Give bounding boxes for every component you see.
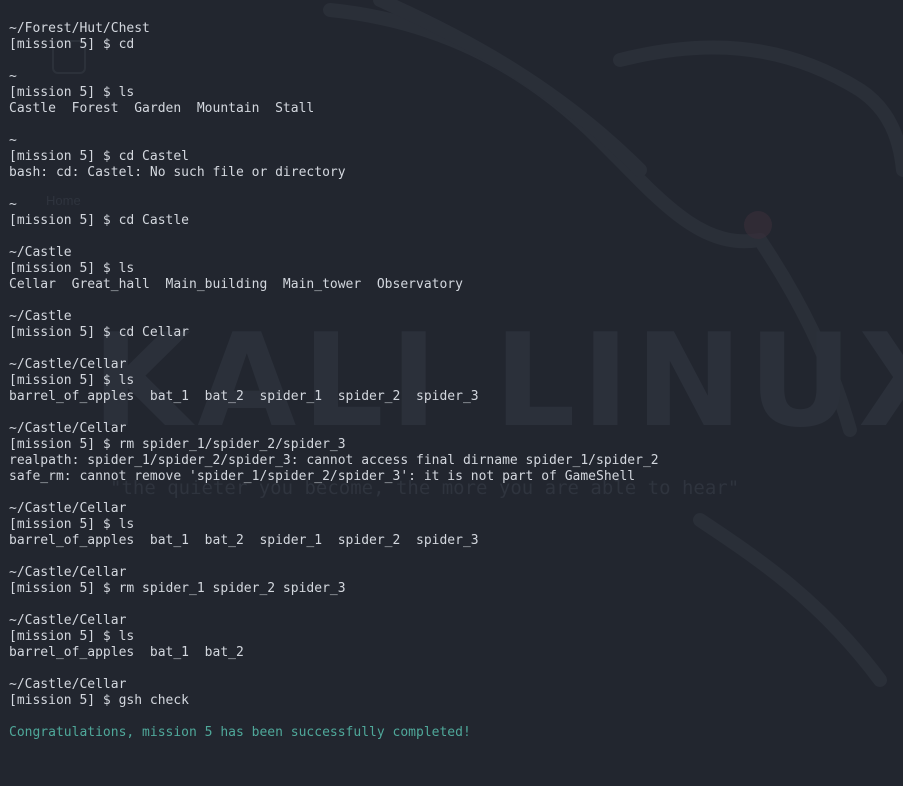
terminal-command-line: [mission 5] $ rm spider_1/spider_2/spide…: [9, 437, 346, 452]
terminal-command-line: [mission 5] $ cd: [9, 37, 135, 52]
terminal-command-line: [mission 5] $ gsh check: [9, 693, 190, 708]
terminal-output-line: Castle Forest Garden Mountain Stall: [9, 101, 315, 116]
terminal-path-line: ~: [9, 197, 17, 212]
terminal-path-line: ~: [9, 133, 17, 148]
terminal-output-line: barrel_of_apples bat_1 bat_2 spider_1 sp…: [9, 389, 479, 404]
terminal-command-line: [mission 5] $ cd Castel: [9, 149, 190, 164]
terminal-path-line: ~: [9, 69, 17, 84]
terminal-path-line: ~/Castle/Cellar: [9, 421, 127, 436]
terminal-path-line: ~/Castle/Cellar: [9, 565, 127, 580]
terminal-command-line: [mission 5] $ cd Cellar: [9, 325, 190, 340]
terminal-success-message: Congratulations, mission 5 has been succ…: [9, 725, 471, 740]
terminal-output[interactable]: ~/Forest/Hut/Chest [mission 5] $ cd ~ [miss…: [9, 21, 903, 786]
terminal-command-line: [mission 5] $ cd Castle: [9, 213, 190, 228]
terminal-path-line: ~/Castle/Cellar: [9, 677, 127, 692]
terminal-output-line: barrel_of_apples bat_1 bat_2: [9, 645, 244, 660]
terminal-output-line: Cellar Great_hall Main_building Main_tow…: [9, 277, 463, 292]
terminal-command-line: [mission 5] $ ls: [9, 517, 135, 532]
terminal-output-line: safe_rm: cannot remove 'spider_1/spider_…: [9, 469, 636, 484]
terminal-path-line: ~/Castle: [9, 309, 72, 324]
terminal-command-line: [mission 5] $ ls: [9, 85, 135, 100]
terminal-path-line: ~/Castle: [9, 245, 72, 260]
terminal-command-line: [mission 5] $ ls: [9, 261, 135, 276]
terminal-command-line: [mission 5] $ rm spider_1 spider_2 spide…: [9, 581, 346, 596]
terminal-path-line: ~/Forest/Hut/Chest: [9, 21, 150, 36]
terminal-output-line: bash: cd: Castel: No such file or direct…: [9, 165, 346, 180]
terminal-command-line: [mission 5] $ ls: [9, 373, 135, 388]
terminal-output-line: barrel_of_apples bat_1 bat_2 spider_1 sp…: [9, 533, 479, 548]
terminal-path-line: ~/Castle/Cellar: [9, 501, 127, 516]
terminal-path-line: ~/Castle/Cellar: [9, 357, 127, 372]
terminal-path-line: ~/Castle/Cellar: [9, 613, 127, 628]
terminal-output-line: realpath: spider_1/spider_2/spider_3: ca…: [9, 453, 659, 468]
terminal-command-line: [mission 5] $ ls: [9, 629, 135, 644]
